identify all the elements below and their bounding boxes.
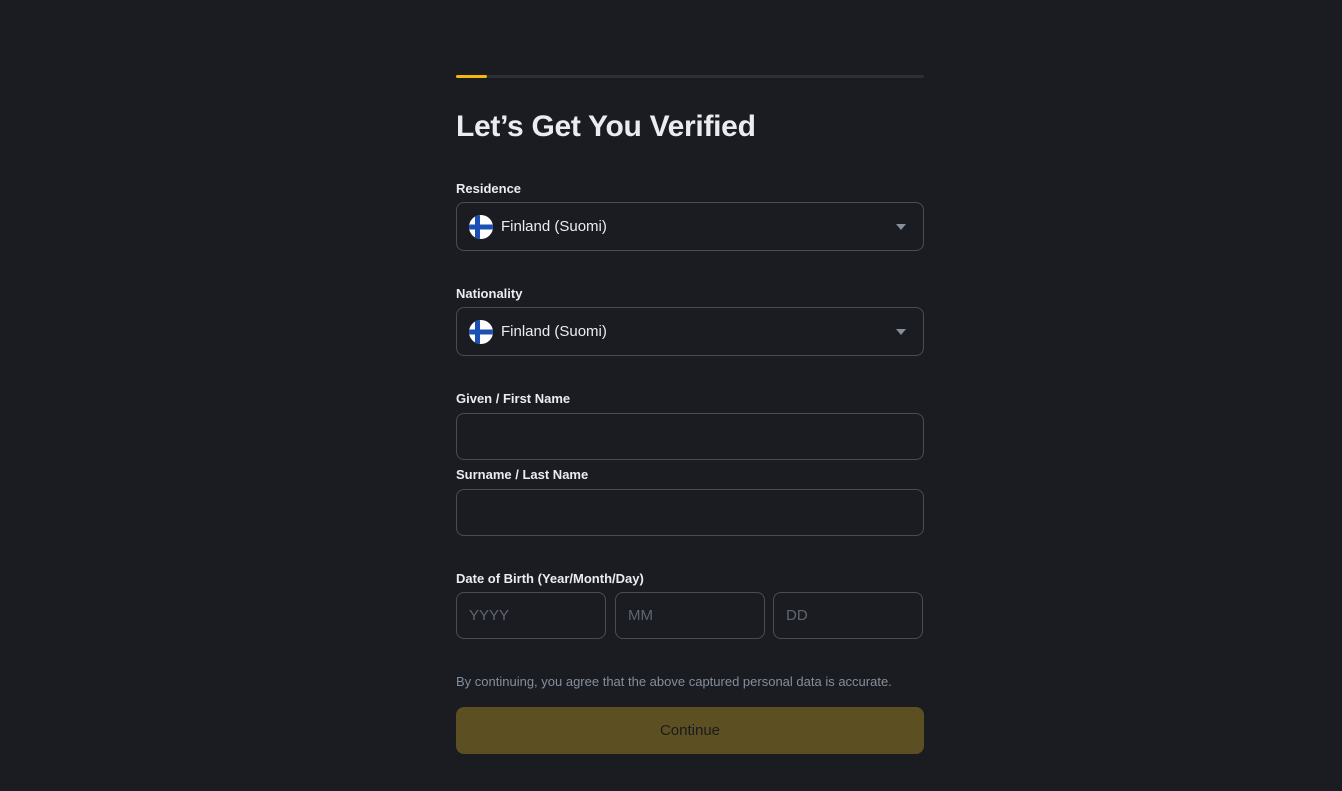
last-name-label: Surname / Last Name (456, 467, 589, 482)
nationality-select[interactable]: Finland (Suomi) (456, 307, 924, 356)
dob-month-input[interactable] (615, 592, 765, 639)
last-name-input[interactable] (456, 489, 924, 536)
first-name-input[interactable] (456, 413, 924, 460)
disclaimer-text: By continuing, you agree that the above … (456, 674, 892, 689)
finland-flag-icon (469, 319, 493, 344)
dob-label: Date of Birth (Year/Month/Day) (456, 571, 644, 586)
continue-button[interactable]: Continue (456, 707, 924, 754)
residence-select[interactable]: Finland (Suomi) (456, 202, 924, 251)
chevron-down-icon (896, 223, 906, 230)
progress-bar (456, 75, 924, 78)
nationality-label: Nationality (456, 286, 523, 301)
progress-fill (456, 75, 487, 78)
residence-label: Residence (456, 181, 522, 196)
verification-page: Let’s Get You Verified Residence Finland… (0, 0, 1342, 791)
dob-year-input[interactable] (456, 592, 606, 639)
nationality-value: Finland (Suomi) (501, 323, 607, 340)
page-title: Let’s Get You Verified (456, 110, 756, 143)
finland-flag-icon (469, 214, 493, 239)
residence-value: Finland (Suomi) (501, 218, 607, 235)
dob-day-input[interactable] (773, 592, 923, 639)
chevron-down-icon (896, 328, 906, 335)
first-name-label: Given / First Name (456, 391, 571, 406)
